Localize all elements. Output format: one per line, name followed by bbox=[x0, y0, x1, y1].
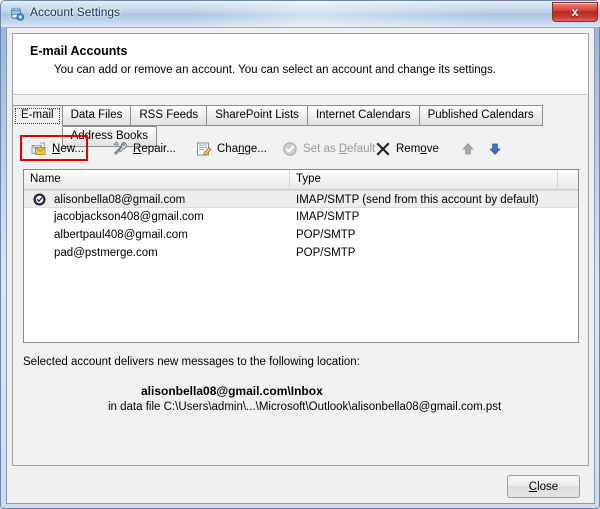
move-down-button[interactable] bbox=[487, 138, 503, 160]
outlook-settings-icon bbox=[9, 6, 25, 22]
table-row[interactable]: jacobjackson408@gmail.com IMAP/SMTP bbox=[24, 208, 578, 226]
tab-label: E-mail bbox=[21, 109, 54, 121]
account-name: alisonbella08@gmail.com bbox=[54, 191, 185, 209]
tab-label: SharePoint Lists bbox=[215, 109, 299, 121]
set-as-default-label: Set as Default bbox=[303, 143, 375, 155]
close-icon: x bbox=[553, 3, 597, 21]
account-name: albertpaul408@gmail.com bbox=[54, 226, 188, 244]
repair-account-label: Repair... bbox=[133, 143, 176, 155]
tab-label: Data Files bbox=[71, 109, 123, 121]
close-button[interactable]: Close bbox=[507, 475, 580, 498]
delivery-location-label: Selected account delivers new messages t… bbox=[23, 356, 360, 368]
table-row[interactable]: alisonbella08@gmail.com IMAP/SMTP (send … bbox=[24, 190, 578, 208]
page-title: E-mail Accounts bbox=[30, 44, 127, 58]
column-header-type[interactable]: Type bbox=[290, 170, 558, 189]
account-type: POP/SMTP bbox=[296, 244, 355, 262]
arrow-down-icon bbox=[487, 141, 503, 157]
account-type: POP/SMTP bbox=[296, 226, 355, 244]
change-account-label: Change... bbox=[217, 143, 267, 155]
move-up-button[interactable] bbox=[460, 138, 476, 160]
accounts-list[interactable]: Name Type alisonbella08@gmail.com IMAP/S… bbox=[23, 169, 579, 343]
new-mail-icon bbox=[31, 141, 47, 157]
default-account-icon bbox=[33, 193, 46, 206]
tab-data-files[interactable]: Data Files bbox=[62, 105, 132, 126]
header-panel: E-mail Accounts You can add or remove an… bbox=[12, 33, 589, 94]
tab-label: Internet Calendars bbox=[316, 109, 411, 121]
account-settings-window: Account Settings x E-mail Accounts You c… bbox=[0, 0, 600, 509]
account-type: IMAP/SMTP (send from this account by def… bbox=[296, 191, 539, 209]
tab-published-calendars[interactable]: Published Calendars bbox=[419, 105, 543, 126]
accounts-toolbar: New... Repair... bbox=[23, 138, 563, 160]
repair-account-button[interactable]: Repair... bbox=[112, 138, 176, 160]
account-name: jacobjackson408@gmail.com bbox=[54, 208, 204, 226]
change-account-button[interactable]: Change... bbox=[196, 138, 267, 160]
repair-tools-icon bbox=[112, 141, 128, 157]
close-button-label: Close bbox=[529, 481, 558, 493]
account-type: IMAP/SMTP bbox=[296, 208, 359, 226]
tab-label: RSS Feeds bbox=[139, 109, 198, 121]
title-bar: Account Settings x bbox=[1, 1, 600, 27]
remove-account-button[interactable]: Remove bbox=[375, 138, 439, 160]
set-as-default-button[interactable]: Set as Default bbox=[282, 138, 375, 160]
tab-sharepoint-lists[interactable]: SharePoint Lists bbox=[206, 105, 308, 126]
account-name: pad@pstmerge.com bbox=[54, 244, 158, 262]
window-close-button[interactable]: x bbox=[552, 2, 598, 22]
new-account-label: New... bbox=[52, 143, 84, 155]
table-row[interactable]: pad@pstmerge.com POP/SMTP bbox=[24, 244, 578, 262]
column-header-name[interactable]: Name bbox=[24, 170, 290, 189]
dialog-footer: Close bbox=[7, 467, 594, 503]
tab-internet-calendars[interactable]: Internet Calendars bbox=[307, 105, 420, 126]
arrow-up-icon bbox=[460, 141, 476, 157]
page-description: You can add or remove an account. You ca… bbox=[54, 64, 496, 76]
title-bar-sheen bbox=[191, 1, 491, 27]
change-settings-icon bbox=[196, 141, 212, 157]
remove-x-icon bbox=[375, 141, 391, 157]
window-title: Account Settings bbox=[30, 5, 120, 19]
list-header-row: Name Type bbox=[24, 170, 578, 190]
tab-rss-feeds[interactable]: RSS Feeds bbox=[130, 105, 207, 126]
tab-label: Published Calendars bbox=[428, 109, 534, 121]
column-header-filler bbox=[558, 170, 578, 189]
tab-email[interactable]: E-mail bbox=[12, 105, 63, 127]
check-circle-icon bbox=[282, 141, 298, 157]
remove-account-label: Remove bbox=[396, 143, 439, 155]
new-account-button[interactable]: New... bbox=[31, 138, 84, 160]
table-row[interactable]: albertpaul408@gmail.com POP/SMTP bbox=[24, 226, 578, 244]
delivery-data-file: in data file C:\Users\admin\...\Microsof… bbox=[108, 401, 501, 413]
delivery-location-value: alisonbella08@gmail.com\Inbox bbox=[141, 384, 323, 398]
tab-strip: E-mail Data Files RSS Feeds SharePoint L… bbox=[12, 105, 590, 127]
